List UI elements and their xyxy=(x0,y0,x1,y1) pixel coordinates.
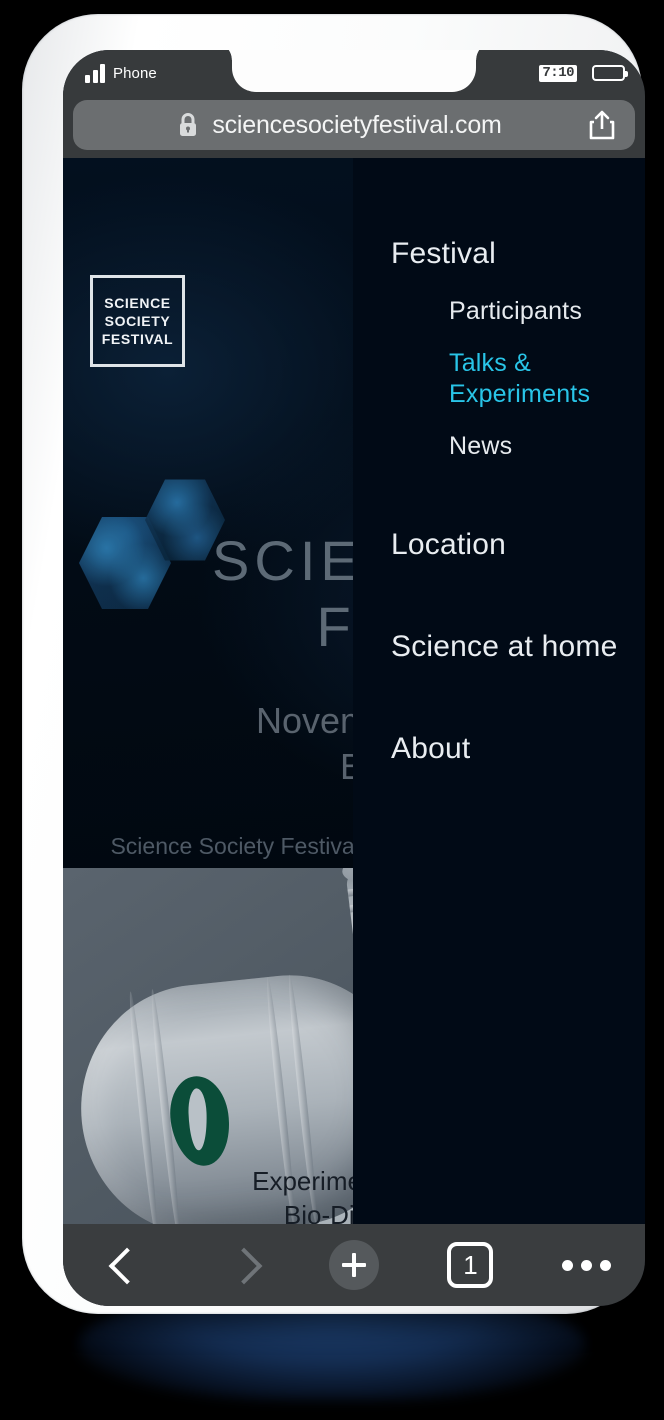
phone-screen: SCIENCE SOCIETY FESTIVAL SCIENCE FEST No… xyxy=(63,50,645,1306)
forward-button[interactable] xyxy=(179,1224,295,1306)
plus-icon xyxy=(329,1240,380,1290)
screenshot-stage: SCIENCE SOCIETY FESTIVAL SCIENCE FEST No… xyxy=(0,0,664,1420)
nav-item-science-at-home[interactable]: Science at home xyxy=(353,629,645,665)
slide-out-navigation-menu: Festival Participants Talks & Experiment… xyxy=(353,158,645,1258)
status-bar-right: 7:10 xyxy=(539,64,628,82)
phone-frame: SCIENCE SOCIETY FESTIVAL SCIENCE FEST No… xyxy=(22,14,645,1314)
leaf-logo-icon xyxy=(165,1072,235,1170)
browser-top-chrome: Phone 7:10 sciencesocietyfestival.com xyxy=(63,50,645,158)
back-button[interactable] xyxy=(63,1224,179,1306)
lock-icon xyxy=(180,113,197,136)
status-clock: 7:10 xyxy=(539,64,577,82)
browser-bottom-toolbar: 1 xyxy=(63,1224,645,1306)
nav-item-festival[interactable]: Festival xyxy=(353,236,645,272)
logo-line-1: SCIENCE xyxy=(104,295,171,311)
nav-item-news[interactable]: News xyxy=(353,431,645,462)
url-bar-center: sciencesocietyfestival.com xyxy=(91,111,587,140)
chevron-left-icon xyxy=(110,1245,132,1285)
tabs-button[interactable]: 1 xyxy=(412,1224,528,1306)
nav-item-about[interactable]: About xyxy=(353,731,645,767)
status-bar-left: Phone xyxy=(85,63,157,83)
logo-line-2: SOCIETY xyxy=(104,313,171,329)
nav-item-location[interactable]: Location xyxy=(353,527,645,563)
signal-bars-icon xyxy=(85,63,105,83)
url-bar[interactable]: sciencesocietyfestival.com xyxy=(73,100,635,150)
logo-line-3: FESTIVAL xyxy=(101,331,174,347)
display-notch xyxy=(232,50,476,92)
nav-item-talks-and-experiments[interactable]: Talks & Experiments xyxy=(353,348,645,410)
hexagon-decoration-icon xyxy=(145,479,225,561)
new-tab-button[interactable] xyxy=(296,1224,412,1306)
chevron-right-icon xyxy=(227,1245,249,1285)
battery-icon xyxy=(592,65,628,81)
ellipsis-icon xyxy=(562,1259,612,1271)
site-logo[interactable]: SCIENCE SOCIETY FESTIVAL xyxy=(90,275,185,367)
share-icon[interactable] xyxy=(587,108,617,142)
nav-item-participants[interactable]: Participants xyxy=(353,296,645,327)
more-options-button[interactable] xyxy=(529,1224,645,1306)
url-text: sciencesocietyfestival.com xyxy=(212,110,502,139)
tab-count-badge: 1 xyxy=(447,1242,494,1288)
hexagon-decoration-icon xyxy=(79,517,171,609)
carrier-label: Phone xyxy=(113,64,157,82)
